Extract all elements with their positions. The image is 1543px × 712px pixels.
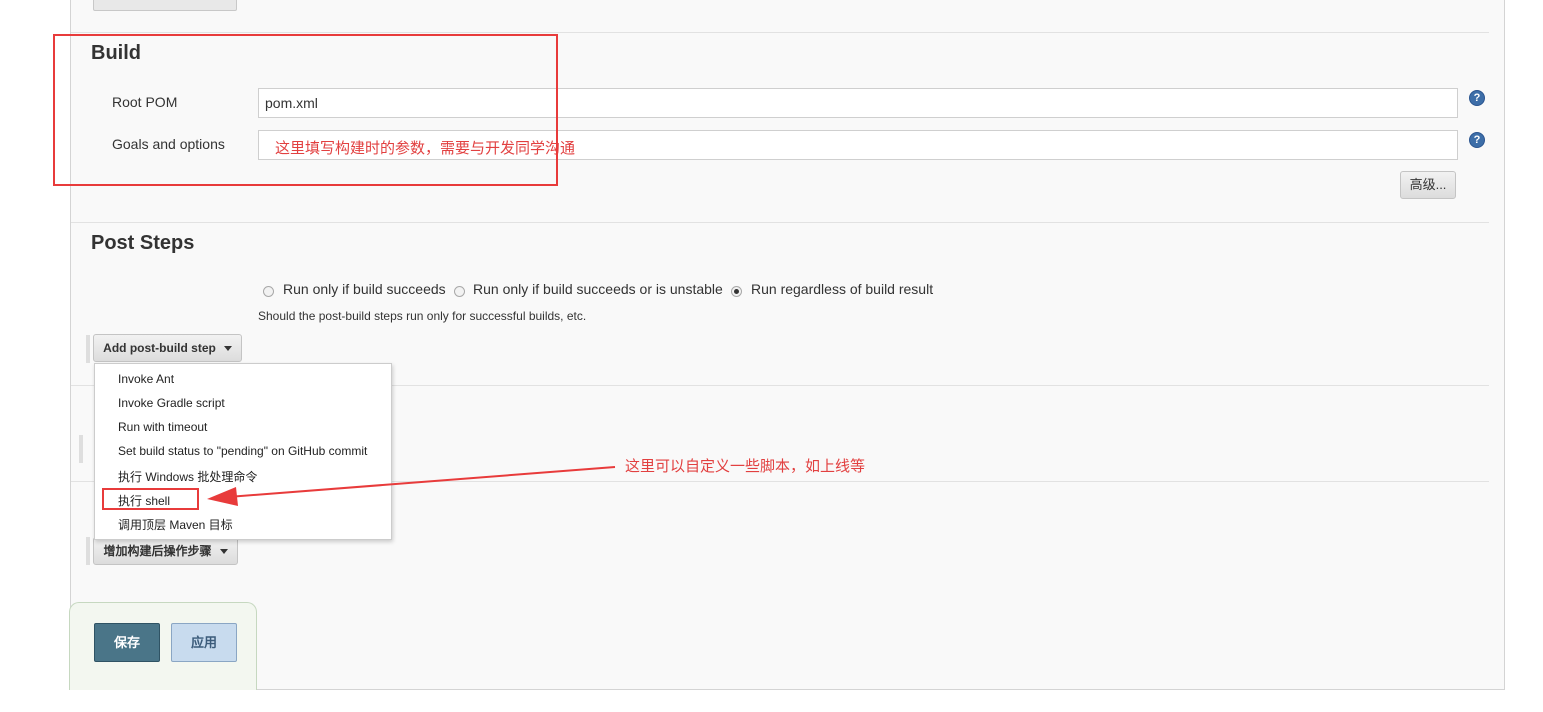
apply-button[interactable]: 应用 bbox=[171, 623, 237, 662]
save-button[interactable]: 保存 bbox=[94, 623, 160, 662]
annotation-text: 这里可以自定义一些脚本，如上线等 bbox=[625, 458, 866, 475]
